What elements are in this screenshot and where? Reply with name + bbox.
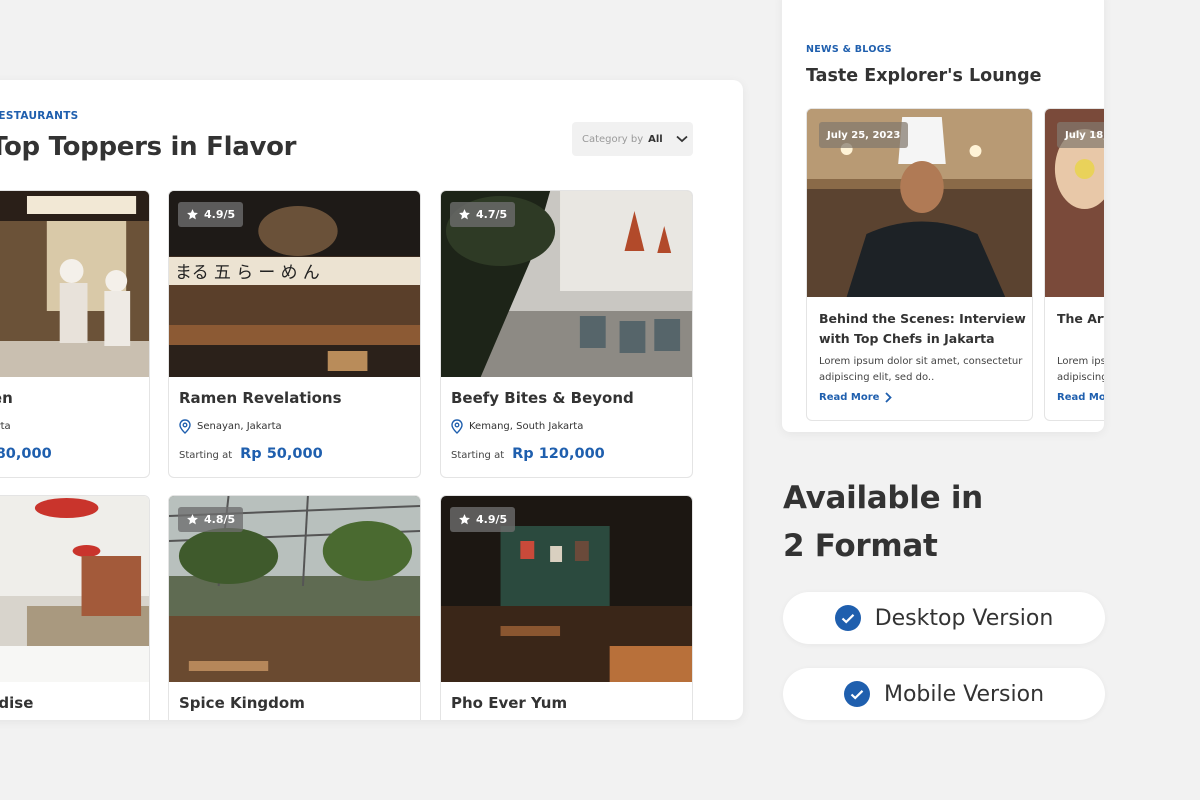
- restaurant-photo: 4.8/5: [169, 496, 420, 682]
- read-more-label: Read More: [1057, 392, 1104, 403]
- read-more-link[interactable]: Read More: [819, 392, 893, 403]
- restaurant-location: Senayan, Jakarta: [179, 419, 282, 434]
- blog-eyebrow: NEWS & BLOGS: [806, 44, 892, 55]
- restaurant-card[interactable]: まる 五 ら ー め ん 4.9/5 Ramen Revelations Sen…: [168, 190, 421, 478]
- formats-heading-line2: 2 Format: [783, 528, 938, 564]
- rating-badge: 4.8/5: [178, 507, 244, 532]
- restaurant-name: Ramen Revelations: [179, 389, 342, 407]
- rating-value: 4.9/5: [476, 513, 508, 526]
- map-pin-icon: [179, 419, 191, 434]
- rating-badge: 4.9/5: [178, 202, 244, 227]
- star-icon: [187, 514, 198, 525]
- restaurant-photo: [0, 191, 149, 377]
- date-badge: July 25, 2023: [819, 122, 909, 148]
- rating-badge: 4.9/5: [450, 507, 516, 532]
- star-icon: [459, 209, 470, 220]
- restaurant-card[interactable]: 4.8/5 Spice Kingdom: [168, 495, 421, 720]
- blog-panel: NEWS & BLOGS Taste Explorer's Lounge Jul…: [782, 0, 1104, 432]
- price-value: Rp 50,000: [240, 446, 323, 462]
- restaurant-location: Senayan, Jakarta: [0, 419, 11, 434]
- restaurant-card[interactable]: 4.9/5 Pho Ever Yum: [440, 495, 693, 720]
- mobile-version-pill[interactable]: Mobile Version: [783, 668, 1105, 720]
- location-text: Kemang, South Jakarta: [469, 421, 584, 432]
- rating-badge: 4.7/5: [450, 202, 516, 227]
- desktop-version-pill[interactable]: Desktop Version: [783, 592, 1105, 644]
- section-title: Top Toppers in Flavor: [0, 132, 297, 162]
- rating-value: 4.8/5: [204, 513, 236, 526]
- category-dropdown[interactable]: Category by All: [572, 122, 693, 156]
- read-more-label: Read More: [819, 392, 880, 403]
- location-text: Senayan, Jakarta: [0, 421, 11, 432]
- star-icon: [459, 514, 470, 525]
- rating-value: 4.7/5: [476, 208, 508, 221]
- formats-heading: Available in 2 Format: [783, 474, 983, 570]
- restaurant-photo: まる 五 ら ー め ん 4.9/5: [169, 191, 420, 377]
- read-more-link[interactable]: Read More: [1057, 392, 1104, 403]
- svg-text:まる 五 ら ー め ん: まる 五 ら ー め ん: [175, 262, 320, 282]
- restaurant-price: Starting at Rp 120,000: [451, 446, 605, 462]
- restaurant-card[interactable]: Sushi Haven Senayan, Jakarta Starting at…: [0, 190, 150, 478]
- restaurant-photo: [0, 496, 149, 682]
- blog-post-title: The Art of Your Cuisine: [1057, 311, 1104, 326]
- blog-post-excerpt: Lorem ipsum dolor sit amet, consectetur …: [1057, 356, 1104, 383]
- formats-heading-line1: Available in: [783, 480, 983, 516]
- blog-photo: July 18, 2023: [1045, 109, 1104, 297]
- blog-photo: July 25, 2023: [807, 109, 1032, 297]
- map-pin-icon: [451, 419, 463, 434]
- blog-card[interactable]: July 25, 2023 Behind the Scenes: Intervi…: [806, 108, 1033, 421]
- restaurant-card[interactable]: 4.7/5 Beefy Bites & Beyond Kemang, South…: [440, 190, 693, 478]
- restaurant-location: Kemang, South Jakarta: [451, 419, 583, 434]
- price-value: Rp 120,000: [512, 446, 605, 462]
- price-label: Starting at: [451, 450, 505, 461]
- location-text: Senayan, Jakarta: [197, 421, 282, 432]
- price-label: Starting at: [179, 450, 233, 461]
- blog-title: Taste Explorer's Lounge: [806, 66, 1042, 86]
- star-icon: [187, 209, 198, 220]
- restaurant-photo: 4.9/5: [441, 496, 692, 682]
- blog-post-excerpt: Lorem ipsum dolor sit amet, consectetur …: [819, 356, 1023, 383]
- date-badge: July 18, 2023: [1057, 122, 1104, 148]
- blog-post-title: Behind the Scenes: Interview with Top Ch…: [819, 311, 1026, 346]
- price-value: Rp 80,000: [0, 446, 52, 462]
- rating-value: 4.9/5: [204, 208, 236, 221]
- format-label: Desktop Version: [874, 605, 1054, 631]
- blog-card[interactable]: July 18, 2023 The Art of Your Cuisine Lo…: [1044, 108, 1104, 421]
- format-label: Mobile Version: [883, 681, 1045, 707]
- restaurant-name: Beefy Bites & Beyond: [451, 389, 634, 407]
- section-eyebrow: RESTAURANTS: [0, 110, 79, 122]
- check-circle-icon: [843, 681, 870, 707]
- restaurant-name: Pasta Paradise: [0, 694, 34, 712]
- restaurant-price: Starting at Rp 50,000: [179, 446, 323, 462]
- check-circle-icon: [834, 605, 861, 631]
- restaurant-card[interactable]: Pasta Paradise: [0, 495, 150, 720]
- restaurant-price: Starting at Rp 80,000: [0, 446, 52, 462]
- restaurant-panel: RESTAURANTS Top Toppers in Flavor Catego…: [0, 80, 743, 720]
- restaurant-name: Sushi Haven: [0, 389, 13, 407]
- restaurant-photo: 4.7/5: [441, 191, 692, 377]
- category-label: Category by: [582, 133, 644, 145]
- chevron-right-icon: [885, 392, 893, 403]
- restaurant-name: Pho Ever Yum: [451, 694, 568, 712]
- restaurant-name: Spice Kingdom: [179, 694, 305, 712]
- category-value: All: [648, 133, 663, 145]
- chevron-down-icon: [676, 135, 688, 143]
